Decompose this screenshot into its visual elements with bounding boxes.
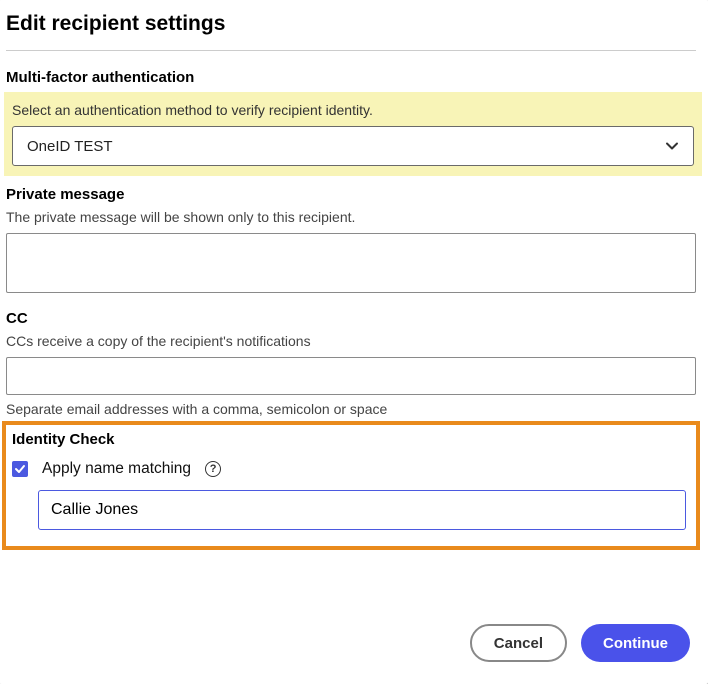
divider [6, 50, 696, 51]
mfa-description: Select an authentication method to verif… [12, 102, 694, 118]
cc-heading: CC [6, 310, 696, 327]
name-matching-input[interactable] [38, 490, 686, 530]
identity-check-heading: Identity Check [12, 431, 686, 448]
help-icon[interactable]: ? [205, 461, 221, 477]
cc-input[interactable] [6, 357, 696, 395]
continue-button[interactable]: Continue [581, 624, 690, 662]
auth-method-select[interactable] [12, 126, 694, 166]
footer-actions: Cancel Continue [470, 624, 690, 662]
page-title: Edit recipient settings [6, 12, 696, 36]
mfa-heading: Multi-factor authentication [6, 69, 696, 86]
private-message-input[interactable] [6, 233, 696, 293]
identity-check-section: Identity Check Apply name matching ? [2, 421, 700, 550]
cc-description: CCs receive a copy of the recipient's no… [6, 333, 696, 349]
cancel-button[interactable]: Cancel [470, 624, 567, 662]
apply-name-matching-checkbox[interactable] [12, 461, 28, 477]
private-message-description: The private message will be shown only t… [6, 209, 696, 225]
cc-hint: Separate email addresses with a comma, s… [6, 401, 696, 417]
recipient-settings-panel: Edit recipient settings Multi-factor aut… [0, 0, 708, 684]
apply-name-matching-label: Apply name matching [42, 460, 191, 478]
auth-method-select-wrap [12, 126, 694, 166]
mfa-block: Select an authentication method to verif… [4, 92, 702, 176]
private-message-heading: Private message [6, 186, 696, 203]
